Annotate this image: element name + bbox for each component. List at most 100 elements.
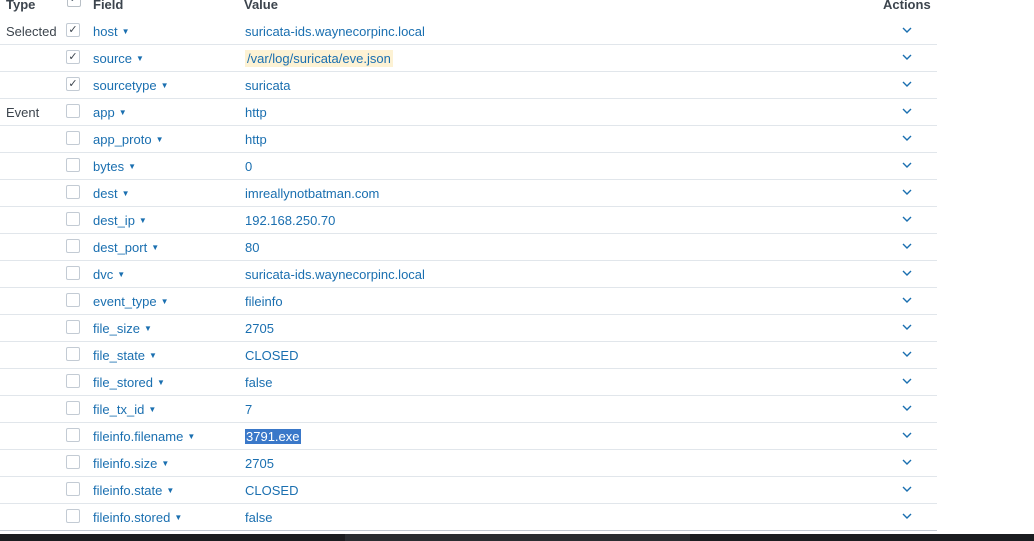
chevron-down-icon[interactable] [900, 293, 914, 307]
caret-down-icon: ▼ [121, 189, 130, 198]
field-name-dropdown[interactable]: fileinfo.filename ▼ [93, 429, 195, 444]
field-checkbox[interactable] [66, 401, 80, 415]
field-value-link[interactable]: fileinfo [245, 294, 283, 309]
field-checkbox[interactable] [66, 104, 80, 118]
field-name-dropdown[interactable]: file_tx_id ▼ [93, 402, 156, 417]
caret-down-icon: ▼ [156, 378, 165, 387]
field-value-link[interactable]: 2705 [245, 456, 274, 471]
field-checkbox[interactable] [66, 320, 80, 334]
caret-down-icon: ▼ [160, 297, 169, 306]
chevron-down-icon[interactable] [900, 158, 914, 172]
field-name-label: app [93, 105, 115, 120]
chevron-down-icon[interactable] [900, 185, 914, 199]
field-value-link[interactable]: 192.168.250.70 [245, 213, 335, 228]
field-name-dropdown[interactable]: app_proto ▼ [93, 132, 163, 147]
field-checkbox[interactable] [66, 455, 80, 469]
chevron-down-icon[interactable] [900, 401, 914, 415]
chevron-down-icon[interactable] [900, 212, 914, 226]
select-all-checkbox[interactable]: ✓ [67, 0, 81, 7]
field-name-label: dest_ip [93, 213, 135, 228]
field-value-link[interactable]: 3791.exe [245, 429, 301, 444]
caret-down-icon: ▼ [155, 135, 164, 144]
field-value-link[interactable]: false [245, 510, 272, 525]
field-checkbox[interactable] [66, 239, 80, 253]
chevron-down-icon[interactable] [900, 347, 914, 361]
chevron-down-icon[interactable] [900, 239, 914, 253]
field-name-label: bytes [93, 159, 125, 174]
field-name-dropdown[interactable]: fileinfo.state ▼ [93, 483, 174, 498]
chevron-down-icon[interactable] [900, 374, 914, 388]
chevron-down-icon[interactable] [900, 482, 914, 496]
group-label-event: Event [6, 105, 40, 120]
field-checkbox[interactable]: ✓ [66, 23, 80, 37]
chevron-down-icon[interactable] [900, 131, 914, 145]
field-name-dropdown[interactable]: sourcetype ▼ [93, 78, 169, 93]
field-checkbox[interactable] [66, 131, 80, 145]
chevron-down-icon[interactable] [900, 266, 914, 280]
chevron-down-icon[interactable] [900, 509, 914, 523]
caret-down-icon: ▼ [166, 486, 175, 495]
table-row: bytes ▼ 0 [0, 153, 937, 180]
field-value-link[interactable]: 2705 [245, 321, 274, 336]
chevron-down-icon[interactable] [900, 455, 914, 469]
field-name-dropdown[interactable]: file_size ▼ [93, 321, 152, 336]
field-value-link[interactable]: CLOSED [245, 348, 298, 363]
field-checkbox[interactable] [66, 374, 80, 388]
field-name-dropdown[interactable]: dest_ip ▼ [93, 213, 147, 228]
field-name-dropdown[interactable]: file_state ▼ [93, 348, 157, 363]
field-checkbox[interactable]: ✓ [66, 77, 80, 91]
field-name-dropdown[interactable]: app ▼ [93, 105, 127, 120]
chevron-down-icon[interactable] [900, 50, 914, 64]
field-checkbox[interactable] [66, 509, 80, 523]
field-checkbox[interactable] [66, 266, 80, 280]
chevron-down-icon[interactable] [900, 104, 914, 118]
field-name-label: file_stored [93, 375, 153, 390]
field-name-label: dest [93, 186, 118, 201]
caret-down-icon: ▼ [136, 54, 144, 63]
field-name-dropdown[interactable]: dest ▼ [93, 186, 130, 201]
field-checkbox[interactable] [66, 428, 80, 442]
field-checkbox[interactable]: ✓ [66, 50, 80, 64]
field-name-dropdown[interactable]: file_stored ▼ [93, 375, 165, 390]
field-name-dropdown[interactable]: fileinfo.size ▼ [93, 456, 169, 471]
field-value-link[interactable]: 80 [245, 240, 259, 255]
field-name-dropdown[interactable]: dest_port ▼ [93, 240, 159, 255]
field-name-label: app_proto [93, 132, 152, 147]
field-name-dropdown[interactable]: host ▼ [93, 24, 130, 39]
field-checkbox[interactable] [66, 482, 80, 496]
field-value-link[interactable]: http [245, 132, 267, 147]
field-checkbox[interactable] [66, 293, 80, 307]
group-label-selected: Selected [6, 24, 57, 39]
chevron-down-icon[interactable] [900, 428, 914, 442]
caret-down-icon: ▼ [174, 513, 183, 522]
field-value-link[interactable]: 0 [245, 159, 252, 174]
field-value-link[interactable]: http [245, 105, 267, 120]
field-value-link[interactable]: imreallynotbatman.com [245, 186, 379, 201]
field-value-link[interactable]: 7 [245, 402, 252, 417]
fields-table: Selected ✓ host ▼ suricata-ids.waynecorpinc.… [0, 18, 937, 531]
field-value-link[interactable]: /var/log/suricata/eve.json [245, 50, 393, 67]
field-value-link[interactable]: suricata-ids.waynecorpinc.local [245, 267, 425, 282]
field-checkbox[interactable] [66, 347, 80, 361]
field-checkbox[interactable] [66, 185, 80, 199]
field-value-link[interactable]: CLOSED [245, 483, 298, 498]
field-name-label: fileinfo.size [93, 456, 158, 471]
chevron-down-icon[interactable] [900, 77, 914, 91]
field-checkbox[interactable] [66, 158, 80, 172]
chevron-down-icon[interactable] [900, 23, 914, 37]
field-name-dropdown[interactable]: source ▼ [93, 51, 144, 66]
field-value-link[interactable]: suricata [245, 78, 291, 93]
field-value-link[interactable]: false [245, 375, 272, 390]
caret-down-icon: ▼ [149, 351, 157, 360]
caret-down-icon: ▼ [187, 432, 196, 441]
field-value-link[interactable]: suricata-ids.waynecorpinc.local [245, 24, 425, 39]
caret-down-icon: ▼ [161, 459, 170, 468]
caret-down-icon: ▼ [151, 243, 160, 252]
field-name-dropdown[interactable]: event_type ▼ [93, 294, 169, 309]
field-name-dropdown[interactable]: dvc ▼ [93, 267, 125, 282]
field-name-dropdown[interactable]: bytes ▼ [93, 159, 136, 174]
actions-column-header: Actions [883, 0, 931, 12]
chevron-down-icon[interactable] [900, 320, 914, 334]
field-name-dropdown[interactable]: fileinfo.stored ▼ [93, 510, 182, 525]
field-checkbox[interactable] [66, 212, 80, 226]
